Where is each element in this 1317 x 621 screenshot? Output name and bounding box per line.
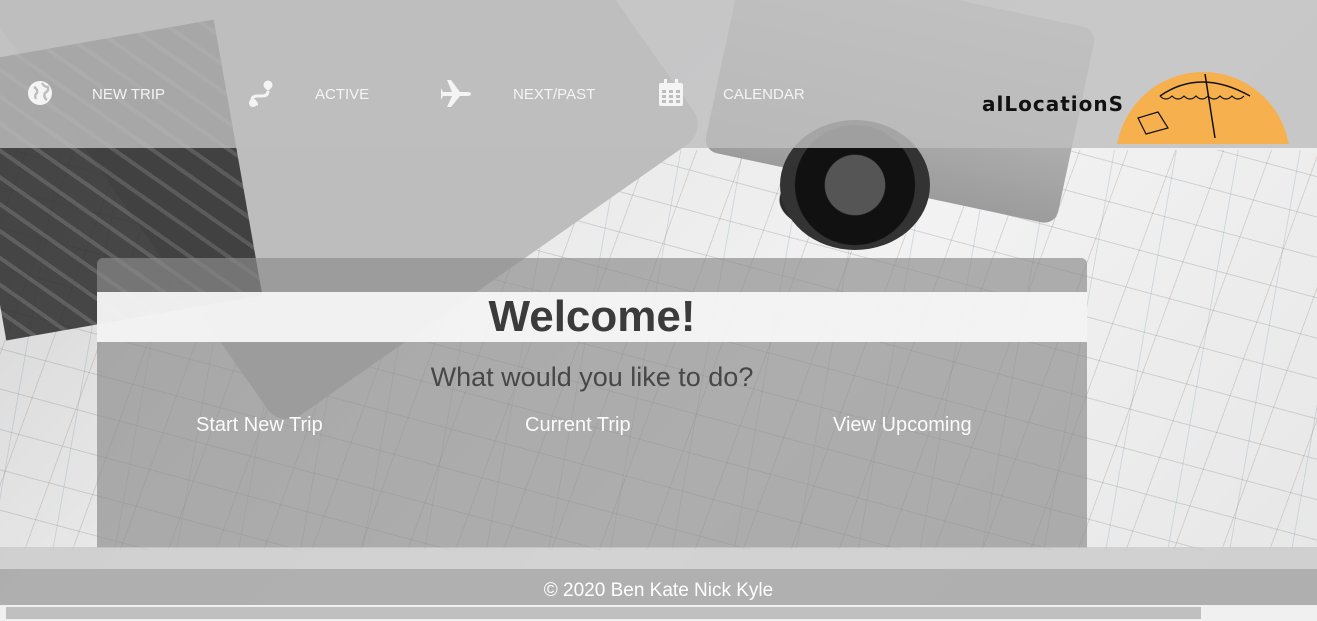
nav-next-past-label: NEXT/PAST (513, 85, 596, 103)
welcome-bar: Welcome! (97, 292, 1087, 342)
nav-active[interactable]: ACTIVE (247, 74, 369, 114)
page-title: Welcome! (488, 292, 696, 341)
globe-icon (26, 79, 56, 109)
welcome-panel: Welcome! What would you like to do? Star… (97, 258, 1087, 548)
view-upcoming-link[interactable]: View Upcoming (833, 414, 972, 437)
action-prompt: What would you like to do? (430, 362, 754, 392)
start-new-trip-link[interactable]: Start New Trip (196, 414, 323, 437)
footer-separator (0, 547, 1317, 569)
scrollbar-thumb[interactable] (6, 607, 1201, 619)
logo-text: alLocationS (982, 92, 1124, 116)
current-trip-link[interactable]: Current Trip (525, 414, 631, 437)
nav-next-past[interactable]: NEXT/PAST (438, 74, 595, 114)
nav-calendar[interactable]: CALENDAR (658, 74, 805, 114)
beach-umbrella-icon (1137, 73, 1251, 139)
calendar-icon (658, 79, 688, 109)
allocations-logo[interactable]: alLocationS (980, 66, 1290, 144)
horizontal-scrollbar[interactable] (0, 605, 1317, 621)
nav-active-label: ACTIVE (315, 85, 370, 103)
nav-calendar-label: CALENDAR (723, 85, 805, 103)
footer: © 2020 Ben Kate Nick Kyle (0, 569, 1317, 605)
copyright-text: © 2020 Ben Kate Nick Kyle (543, 580, 774, 601)
nav-new-trip-label: NEW TRIP (92, 85, 166, 103)
top-navbar: NEW TRIP ACTIVE NEXT/PAST CALENDAR alLoc… (0, 0, 1317, 148)
airplane-icon (438, 79, 471, 109)
route-icon (247, 79, 277, 109)
nav-new-trip[interactable]: NEW TRIP (26, 74, 165, 114)
